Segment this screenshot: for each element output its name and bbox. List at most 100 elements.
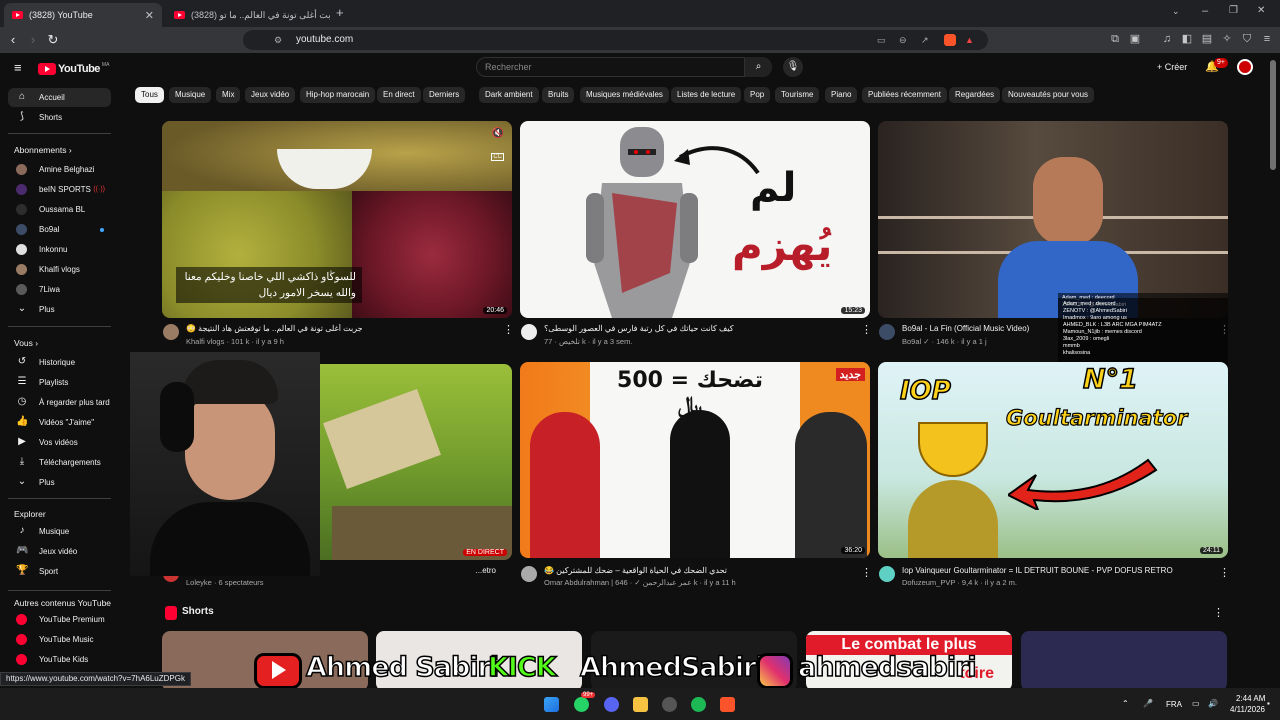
chip-4[interactable]: Hip-hop marocain (300, 87, 376, 103)
address-bar[interactable]: ⚙ youtube.com ▭ ⊖ ↗ ▲ (243, 30, 988, 50)
mute-icon[interactable]: 🔇 (492, 128, 504, 139)
account-avatar[interactable] (1237, 59, 1253, 75)
sidebar-item-you-3[interactable]: 👍 Vidéos "J'aime" (8, 413, 111, 432)
sidebar-item-sub-5[interactable]: Khalfi vlogs (8, 260, 111, 279)
video-title[interactable]: جربت أغلى تونة في العالم.. ما توقعتش هاد… (186, 324, 496, 333)
sidebar-more-you[interactable]: ⌄ Plus (8, 473, 111, 492)
site-info-icon[interactable]: ⚙ (274, 30, 282, 50)
sidebar-item-sub-4[interactable]: Inkonnu (8, 240, 111, 259)
video-thumbnail[interactable]: للسوڭاو ذاكشي اللي خاصنا وخليكم معنا والل… (162, 121, 512, 318)
more-actions-icon[interactable]: ⋮ (503, 323, 514, 336)
media-icon[interactable]: ♫ (1160, 32, 1174, 46)
brave-shields-icon[interactable] (944, 34, 956, 46)
sidebar-item-sub-1[interactable]: beIN SPORTS ((·)) (8, 180, 111, 199)
sidebar-item-shorts[interactable]: ⟆ Shorts (8, 108, 111, 127)
channel-avatar[interactable] (521, 324, 537, 340)
chip-15[interactable]: Regardées (949, 87, 1001, 103)
start-button-icon[interactable] (544, 697, 559, 712)
youtube-logo[interactable]: YouTube MA (38, 62, 109, 76)
back-icon[interactable]: ‹ (5, 32, 21, 48)
menu-icon[interactable]: ≡ (1260, 32, 1274, 46)
network-icon[interactable]: ▭ (1192, 699, 1200, 708)
chip-14[interactable]: Publiées récemment (862, 87, 947, 103)
sidebar-item-you-1[interactable]: ☰ Playlists (8, 373, 111, 392)
chip-3[interactable]: Jeux vidéo (245, 87, 296, 103)
sidebar-item-explore-1[interactable]: 🎮 Jeux vidéo (8, 542, 111, 561)
create-button[interactable]: + Créer (1157, 58, 1197, 76)
zoom-icon[interactable]: ⊖ (899, 30, 907, 50)
channel-avatar[interactable] (879, 566, 895, 582)
brave-browser-icon[interactable] (720, 697, 735, 712)
whatsapp-icon[interactable] (574, 697, 589, 712)
sidebar-more-subscriptions[interactable]: ⌄ Plus (8, 300, 111, 319)
more-actions-icon[interactable]: ⋮ (1213, 606, 1224, 619)
more-actions-icon[interactable]: ⋮ (861, 323, 872, 336)
share-icon[interactable]: ↗ (921, 30, 929, 50)
minimize-icon[interactable]: – (1202, 5, 1208, 17)
sidebar-item-home[interactable]: ⌂ Accueil (8, 88, 111, 107)
chip-1[interactable]: Musique (169, 87, 212, 103)
reload-icon[interactable]: ↻ (45, 32, 61, 48)
guide-menu-icon[interactable]: ≡ (14, 60, 22, 75)
chip-16[interactable]: Nouveautés pour vous (1002, 87, 1095, 103)
sidebar-item-other-0[interactable]: YouTube Premium (8, 610, 111, 629)
sidebar-item-sub-6[interactable]: 7Liwa (8, 280, 111, 299)
video-thumbnail[interactable]: Adam_med : deecord ZENOTV : @AhmedSabiri (878, 121, 1228, 318)
video-thumbnail[interactable]: تضحك = 500 ﷼ جديد 36:20 (520, 362, 870, 558)
leo-ai-icon[interactable]: ✧ (1220, 32, 1234, 46)
channel-avatar[interactable] (521, 566, 537, 582)
you-header[interactable]: Vous › (14, 338, 38, 348)
captions-icon[interactable]: CC (491, 153, 504, 161)
browser-tab[interactable]: (3828) YouTube ✕ (4, 3, 162, 27)
chip-5[interactable]: En direct (377, 87, 421, 103)
sidebar-item-sub-3[interactable]: Bo9al (8, 220, 111, 239)
sidebar-item-you-4[interactable]: ▶ Vos vidéos (8, 433, 111, 452)
sidebar-item-other-2[interactable]: YouTube Kids (8, 650, 111, 669)
tab-search-icon[interactable]: ⌄ (1172, 6, 1180, 17)
new-tab-button[interactable]: + (336, 5, 344, 20)
search-button[interactable]: ⌕ (744, 57, 772, 77)
chip-12[interactable]: Tourisme (775, 87, 820, 103)
sidebar-item-other-1[interactable]: YouTube Music (8, 630, 111, 649)
cast-icon[interactable]: ▭ (877, 30, 886, 50)
sidebar-item-you-5[interactable]: ⤓ Téléchargements (8, 453, 111, 472)
spotify-icon[interactable] (691, 697, 706, 712)
tray-mic-icon[interactable]: 🎤 (1143, 699, 1153, 708)
brave-rewards-icon[interactable]: ▲ (965, 30, 974, 50)
video-title[interactable]: كيف كانت حياتك في كل رتبة فارس في العصور… (544, 324, 854, 333)
chip-9[interactable]: Musiques médiévales (580, 87, 669, 103)
chip-8[interactable]: Bruits (542, 87, 575, 103)
close-window-icon[interactable]: ✕ (1257, 5, 1265, 16)
video-title[interactable]: تحدي الضحك في الحياة الواقعية – ضحك للمش… (544, 566, 854, 575)
sidebar-item-sub-0[interactable]: Amine Belghazi (8, 160, 111, 179)
video-title[interactable]: Iop Vainqueur Goultarminator = IL DETRUI… (902, 566, 1212, 575)
channel-avatar[interactable] (163, 324, 179, 340)
search-input[interactable]: Rechercher (476, 57, 772, 77)
video-thumbnail[interactable]: لم يُهزم 15:23 (520, 121, 870, 318)
obs-icon[interactable] (662, 697, 677, 712)
screenshot-icon[interactable]: ▣ (1128, 32, 1142, 46)
chip-13[interactable]: Piano (825, 87, 858, 103)
chip-10[interactable]: Listes de lecture (671, 87, 742, 103)
short-thumbnail[interactable] (1021, 631, 1227, 691)
forward-icon[interactable]: › (25, 32, 41, 48)
file-explorer-icon[interactable] (633, 697, 648, 712)
more-actions-icon[interactable]: ⋮ (1219, 566, 1230, 579)
sidebar-icon[interactable]: ◧ (1180, 32, 1194, 46)
voice-search-button[interactable]: 🎙 (783, 57, 803, 77)
sidebar-item-sub-2[interactable]: Oussama BL (8, 200, 111, 219)
volume-icon[interactable]: 🔊 (1208, 699, 1218, 708)
sidebar-item-you-0[interactable]: ↺ Historique (8, 353, 111, 372)
discord-icon[interactable] (604, 697, 619, 712)
subscriptions-header[interactable]: Abonnements › (14, 145, 72, 155)
clock-time[interactable]: 2:44 AM (1236, 694, 1265, 703)
tray-chevron-icon[interactable]: ⌃ (1122, 699, 1129, 708)
close-tab-icon[interactable]: ✕ (145, 9, 154, 22)
maximize-icon[interactable]: ❐ (1229, 5, 1238, 16)
notifications-icon[interactable]: ▪ (1267, 699, 1270, 708)
clock-date[interactable]: 4/11/2026 (1230, 705, 1265, 714)
video-thumbnail[interactable]: IOP N°1 Goultarminator 24:11 (878, 362, 1228, 558)
extensions-icon[interactable]: ⧉ (1108, 32, 1122, 46)
more-actions-icon[interactable]: ⋮ (861, 566, 872, 579)
channel-avatar[interactable] (879, 324, 895, 340)
